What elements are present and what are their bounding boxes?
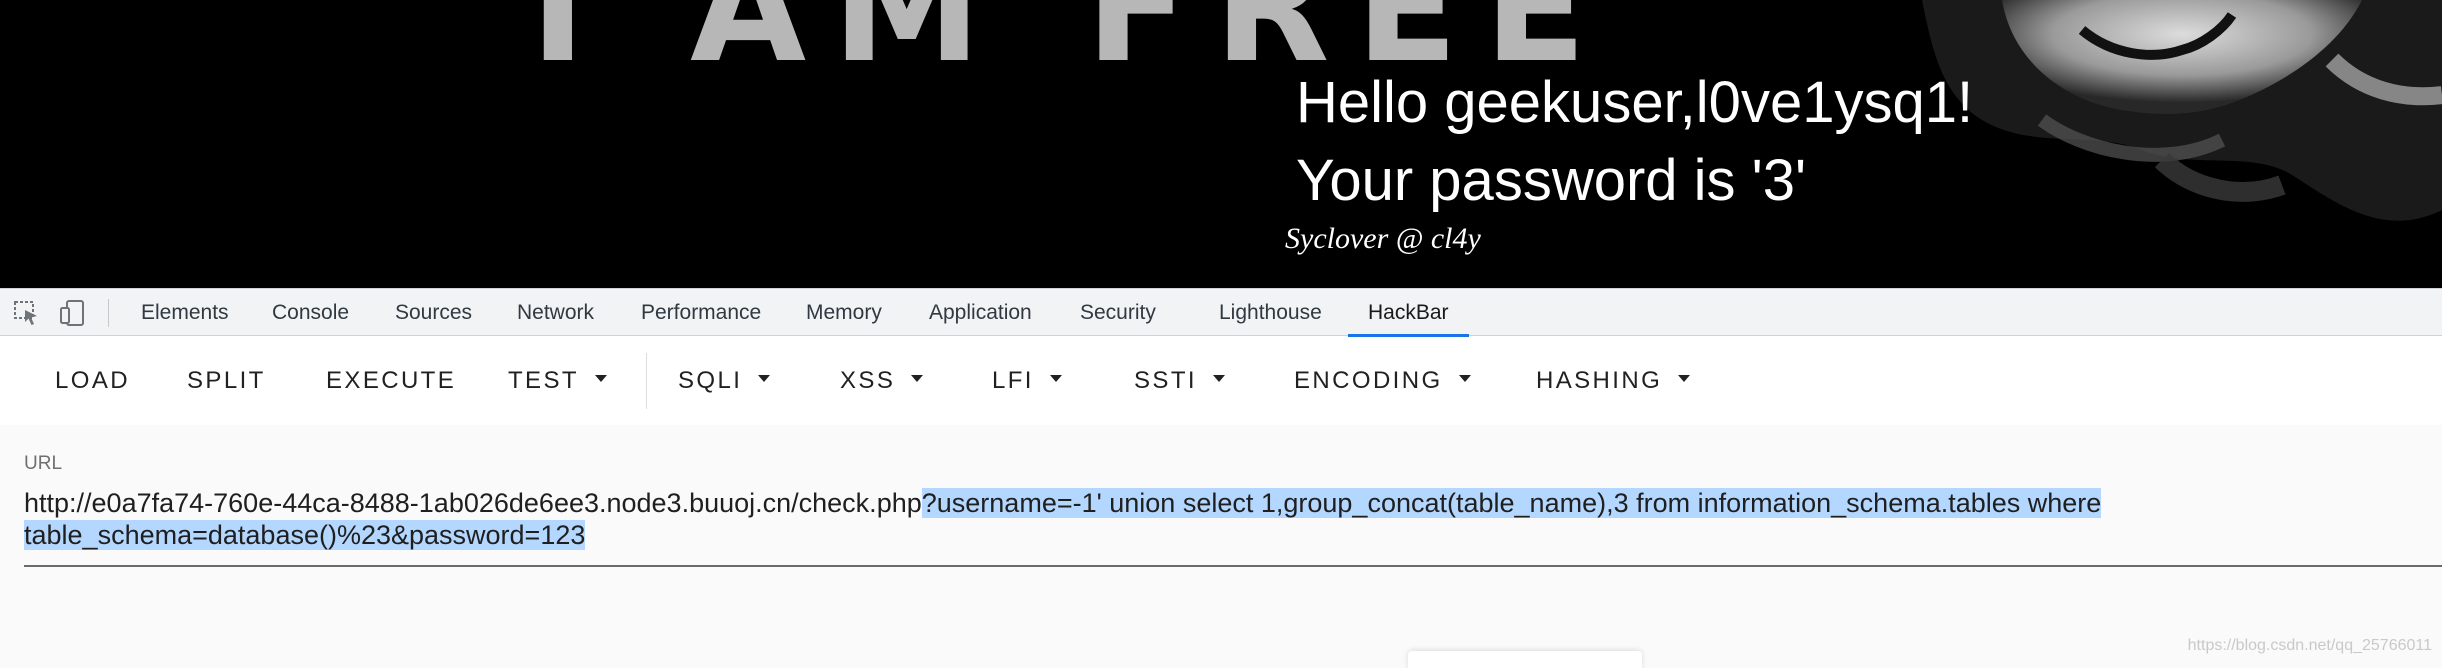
devtools-separator xyxy=(108,299,109,327)
hackbar-toolbar: LOAD SPLIT EXECUTE TEST SQLI XSS LFI SST… xyxy=(0,337,2442,425)
toolbar-divider xyxy=(646,353,647,409)
hashing-dropdown-button[interactable]: HASHING xyxy=(1536,337,1691,425)
chevron-down-icon xyxy=(911,375,924,383)
hackbar-url-panel: URL http://e0a7fa74-760e-44ca-8488-1ab02… xyxy=(0,425,2442,668)
greeting-text: Hello geekuser,l0ve1ysq1! Your password … xyxy=(1296,64,1973,220)
tab-hackbar[interactable]: HackBar xyxy=(1348,289,1468,337)
watermark-text: https://blog.csdn.net/qq_25766011 xyxy=(2187,637,2432,654)
chevron-down-icon xyxy=(1049,375,1062,383)
greeting-line-1: Hello geekuser,l0ve1ysq1! xyxy=(1296,70,1974,135)
inspect-element-icon[interactable] xyxy=(12,299,42,327)
split-button[interactable]: SPLIT xyxy=(187,337,266,425)
ssti-dropdown-button[interactable]: SSTI xyxy=(1134,337,1225,425)
tab-console[interactable]: Console xyxy=(272,289,349,336)
tab-lighthouse[interactable]: Lighthouse xyxy=(1219,289,1322,336)
sqli-dropdown-button[interactable]: SQLI xyxy=(678,337,771,425)
execute-button[interactable]: EXECUTE xyxy=(326,337,456,425)
chevron-down-icon xyxy=(594,375,607,383)
url-label: URL xyxy=(24,453,63,474)
tab-network[interactable]: Network xyxy=(517,289,594,336)
tab-sources[interactable]: Sources xyxy=(395,289,472,336)
page-banner: I AM FREE Hello geekuser,l0ve1ysq1! Your… xyxy=(0,0,2442,288)
url-textarea[interactable]: http://e0a7fa74-760e-44ca-8488-1ab026de6… xyxy=(24,485,2442,567)
lfi-dropdown-button[interactable]: LFI xyxy=(992,337,1062,425)
tab-elements[interactable]: Elements xyxy=(141,289,229,336)
test-dropdown-button[interactable]: TEST xyxy=(508,337,607,425)
signature-text: Syclover @ cl4y xyxy=(1285,222,1481,255)
xss-dropdown-button[interactable]: XSS xyxy=(840,337,924,425)
chevron-down-icon xyxy=(758,375,771,383)
load-button[interactable]: LOAD xyxy=(55,337,130,425)
tab-application[interactable]: Application xyxy=(929,289,1032,336)
floating-card xyxy=(1408,651,1642,668)
chevron-down-icon xyxy=(1678,375,1691,383)
tab-security[interactable]: Security xyxy=(1080,289,1156,336)
chevron-down-icon xyxy=(1458,375,1471,383)
greeting-line-2: Your password is '3' xyxy=(1296,148,1807,213)
chevron-down-icon xyxy=(1212,375,1225,383)
tab-performance[interactable]: Performance xyxy=(641,289,761,336)
url-query-selected-1: ?username=-1' union select 1,group_conca… xyxy=(921,488,2102,518)
url-line-2: table_schema=database()%23&password=123 xyxy=(24,519,2442,551)
url-base: http://e0a7fa74-760e-44ca-8488-1ab026de6… xyxy=(24,488,922,518)
tab-memory[interactable]: Memory xyxy=(806,289,882,336)
url-line-1: http://e0a7fa74-760e-44ca-8488-1ab026de6… xyxy=(24,487,2442,519)
device-toolbar-icon[interactable] xyxy=(58,299,88,327)
url-query-selected-2: table_schema=database()%23&password=123 xyxy=(24,520,586,550)
encoding-dropdown-button[interactable]: ENCODING xyxy=(1294,337,1471,425)
devtools-tab-bar: Elements Console Sources Network Perform… xyxy=(0,288,2442,337)
